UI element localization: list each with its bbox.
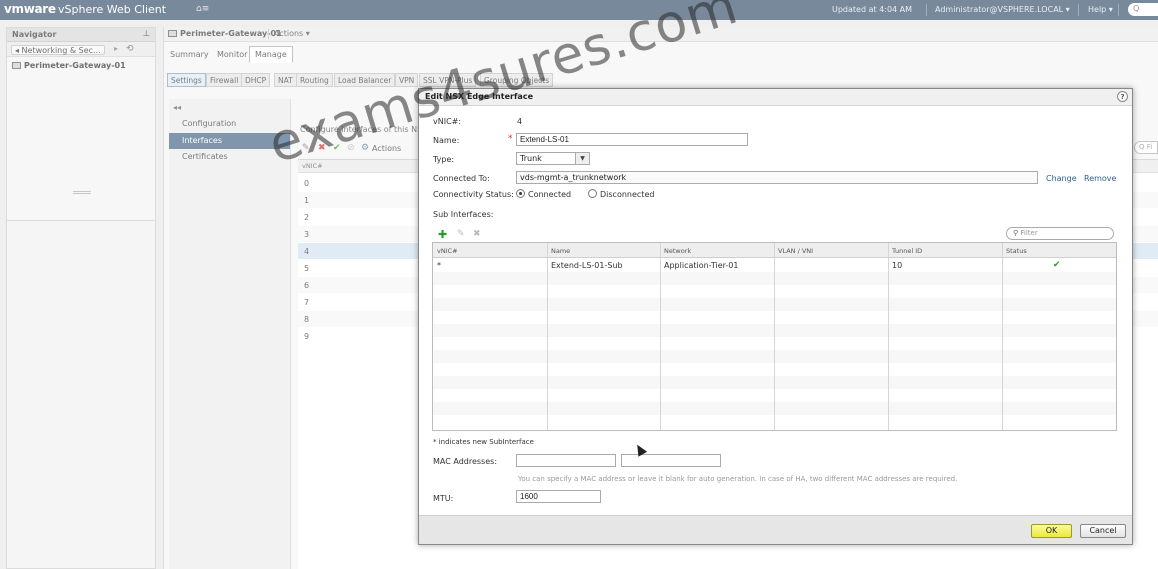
- add-icon[interactable]: ✚: [438, 228, 447, 241]
- filter-placeholder: Filter: [1020, 229, 1038, 237]
- vnic-value: 4: [517, 117, 523, 126]
- remove-link[interactable]: Remove: [1084, 174, 1116, 183]
- sub-interfaces-filter[interactable]: ⚲ Filter: [1006, 227, 1114, 240]
- connected-to-label: Connected To:: [433, 174, 490, 183]
- help-icon[interactable]: ?: [1117, 91, 1128, 102]
- change-link[interactable]: Change: [1046, 174, 1077, 183]
- vnic-label: vNIC#:: [433, 117, 462, 126]
- name-input[interactable]: [516, 133, 748, 146]
- dialog-title: Edit NSX Edge Interface: [425, 92, 533, 101]
- ok-button[interactable]: OK: [1031, 524, 1072, 538]
- column-divider: [774, 243, 775, 430]
- mac-address-2-input[interactable]: [621, 454, 721, 467]
- col-header-network[interactable]: Network: [664, 247, 691, 255]
- column-divider: [1002, 243, 1003, 430]
- dialog-title-bar: Edit NSX Edge Interface ?: [419, 89, 1132, 106]
- dialog-footer: OK Cancel: [419, 515, 1132, 544]
- connectivity-status-label: Connectivity Status:: [433, 190, 514, 199]
- delete-icon[interactable]: ✖: [473, 229, 481, 239]
- disconnected-radio[interactable]: [588, 189, 597, 198]
- mac-hint: You can specify a MAC address or leave i…: [518, 475, 958, 483]
- type-label: Type:: [433, 155, 455, 164]
- connected-radio-label: Connected: [528, 190, 572, 199]
- cancel-button[interactable]: Cancel: [1080, 524, 1126, 538]
- connected-to-field: vds-mgmt-a_trunknetwork: [516, 171, 1038, 184]
- chevron-down-icon: ▼: [575, 153, 589, 164]
- edit-icon[interactable]: ✎: [457, 229, 465, 239]
- type-select[interactable]: Trunk ▼: [516, 152, 590, 165]
- required-icon: *: [508, 134, 513, 144]
- column-divider: [660, 243, 661, 430]
- mtu-input[interactable]: [516, 490, 601, 503]
- status-ok-icon: ✔: [1053, 260, 1061, 270]
- col-header-name[interactable]: Name: [551, 247, 570, 255]
- cell-vnic: *: [437, 261, 441, 270]
- cell-name: Extend-LS-01-Sub: [551, 261, 623, 270]
- column-divider: [888, 243, 889, 430]
- mac-address-1-input[interactable]: [516, 454, 616, 467]
- col-header-vnic[interactable]: vNIC#: [437, 247, 458, 255]
- sub-interfaces-label: Sub Interfaces:: [433, 210, 494, 219]
- col-header-tunnel[interactable]: Tunnel ID: [892, 247, 922, 255]
- connected-radio[interactable]: [516, 189, 525, 198]
- mtu-label: MTU:: [433, 494, 454, 503]
- sub-interfaces-table: vNIC# Name Network VLAN / VNI Tunnel ID …: [432, 242, 1117, 431]
- disconnected-radio-label: Disconnected: [600, 190, 655, 199]
- edit-interface-dialog: Edit NSX Edge Interface ? vNIC#: 4 Name:…: [418, 88, 1133, 545]
- name-label: Name:: [433, 136, 460, 145]
- cell-tunnel: 10: [892, 261, 903, 270]
- cell-network: Application-Tier-01: [664, 261, 739, 270]
- new-subinterface-note: * indicates new SubInterface: [433, 438, 534, 446]
- mac-addresses-label: MAC Addresses:: [433, 457, 498, 466]
- column-divider: [547, 243, 548, 430]
- col-header-status[interactable]: Status: [1006, 247, 1027, 255]
- type-select-value: Trunk: [520, 154, 542, 163]
- col-header-vlan[interactable]: VLAN / VNI: [778, 247, 813, 255]
